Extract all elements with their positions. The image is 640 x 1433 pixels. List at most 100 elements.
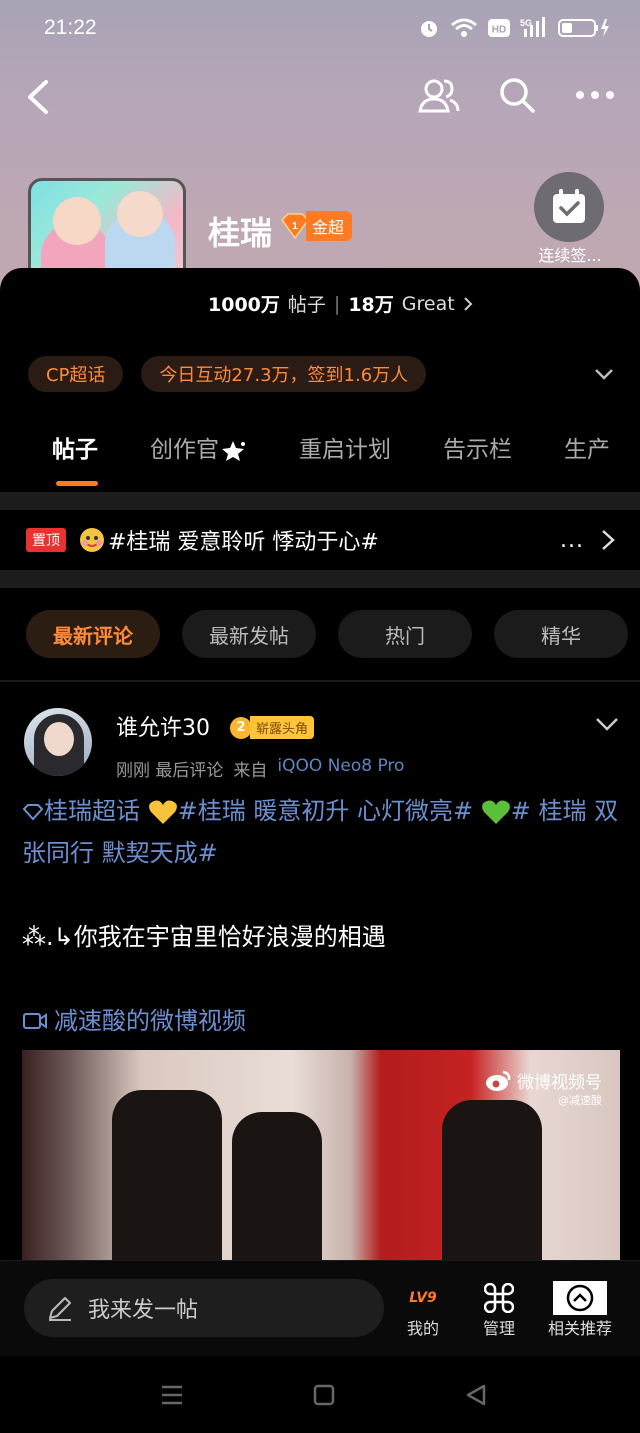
search-button[interactable] [496,74,538,116]
post-device[interactable]: iQOO Neo8 Pro [277,756,404,781]
hashtag-warmth[interactable]: #桂瑞 暖意初升 心灯微亮# [178,797,473,825]
level-text: 崭露头角 [250,716,315,739]
section-divider [0,492,640,510]
section-divider [0,680,640,682]
hashtag-open[interactable]: # [511,797,531,825]
post-body: 桂瑞超话 #桂瑞 暖意初升 心灯微亮# # 桂瑞 双张同行 默契天成# ⁂.↳你… [22,790,622,1042]
tab-notice-board[interactable]: 告示栏 [391,430,512,486]
diamond-outline-icon [22,804,44,821]
green-heart-icon [481,800,510,824]
tab-creator-label: 创作官 [150,437,219,463]
posts-label: 帖子 [287,294,326,316]
status-icons: HD 5G [418,17,610,39]
topic-stats[interactable]: 1000万 帖子 | 18万 Great [208,290,473,317]
members-button[interactable] [418,74,460,116]
tab-creator[interactable]: 创作官 [98,430,247,486]
sort-filters: 最新评论 最新发帖 热门 精华 [26,610,628,658]
post-options-chevron-icon[interactable] [594,714,620,734]
tab-bar: 帖子 创作官 重启计划 告示栏 生产 [0,430,640,486]
post-from: 来自 [233,761,268,781]
tab-production[interactable]: 生产 [512,430,610,486]
avatar-face [44,722,74,756]
weibo-logo-icon [486,1070,511,1091]
dancer-right [442,1100,542,1260]
post-time: 刚刚 最后评论 [116,761,224,781]
hashtag-supertopic[interactable]: 桂瑞超话 [44,797,140,825]
sparkle-star-icon [222,440,245,461]
home-icon[interactable] [313,1384,335,1406]
great-label: Great [401,292,455,315]
post-username[interactable]: 谁允许30 [116,710,210,742]
pinned-post[interactable]: 置顶 #桂瑞 爱意聆听 悸动于心# ... [0,510,640,570]
pencil-icon [49,1297,71,1321]
emoji-icon [80,528,104,552]
watermark-text: 微博视频号 [517,1073,602,1093]
pinned-more: ... [560,528,584,553]
more-dots-icon [576,91,614,99]
video-camera-icon [23,1013,47,1029]
mine-button[interactable]: LV9 我的 [388,1281,458,1339]
user-level-badge: 2 崭露头角 [230,716,315,739]
search-icon [500,78,535,113]
signal-icon: 5G [520,17,545,37]
hd-icon: HD [488,19,510,37]
dancer-left [112,1090,222,1260]
alarm-icon [421,21,437,37]
back-triangle-icon[interactable] [464,1383,488,1407]
manage-button[interactable]: 管理 [464,1281,534,1339]
chevron-right-icon [463,296,473,311]
svg-text:HD: HD [492,25,506,36]
tab-restart-plan[interactable]: 重启计划 [247,430,391,486]
group-icon [418,79,460,113]
compose-input[interactable]: 我来发一帖 [24,1279,384,1337]
more-button[interactable] [574,74,616,116]
gold-badge-text: 金超 [306,211,353,241]
gold-super-badge: 1 金超 [280,211,353,241]
filter-latest-comment[interactable]: 最新评论 [26,610,160,658]
bottom-bar: 我来发一帖 LV9 我的 管理 相关推荐 [0,1260,640,1356]
command-icon [484,1283,514,1313]
compose-placeholder: 我来发一帖 [88,1298,199,1323]
related-button[interactable]: 相关推荐 [540,1281,620,1339]
level-number: 2 [230,716,252,739]
checkin-button[interactable] [534,172,604,242]
section-divider [0,570,640,588]
daily-stats-tag[interactable]: 今日互动27.3万，签到1.6万人 [141,356,427,392]
top-nav [0,72,640,122]
chevron-right-icon [602,530,615,550]
menu-icon[interactable] [160,1384,184,1406]
expand-chevron-icon[interactable] [592,362,616,386]
watermark-sub: @减速酸 [558,1094,602,1107]
post-hashtags: 桂瑞超话 #桂瑞 暖意初升 心灯微亮# # 桂瑞 双张同行 默契天成# [22,790,622,874]
filter-essence[interactable]: 精华 [494,610,628,658]
post-author-avatar[interactable] [24,708,92,776]
great-count: 18万 [348,294,394,316]
tab-posts[interactable]: 帖子 [0,430,98,486]
related-icon-box [553,1281,607,1315]
filter-hot[interactable]: 热门 [338,610,472,658]
watermark: 微博视频号 [485,1068,602,1093]
calendar-check-icon [553,189,585,223]
mine-label: 我的 [406,1319,439,1338]
dancer-center [232,1112,322,1260]
avatar-head-left [53,197,101,245]
filter-latest-post[interactable]: 最新发帖 [182,610,316,658]
system-nav-bar [0,1356,640,1433]
stats-separator: | [333,292,341,315]
video-link-text: 减速酸的微博视频 [54,1007,246,1035]
post-meta: 刚刚 最后评论 来自 iQOO Neo8 Pro [116,756,404,781]
back-arrow-icon [28,80,48,114]
yellow-heart-icon [148,800,177,824]
status-bar: 21:22 HD 5G [0,0,640,56]
video-link[interactable]: 减速酸的微博视频 [22,1000,622,1042]
cp-tag[interactable]: CP超话 [28,356,124,392]
video-thumbnail[interactable]: 微博视频号 @减速酸 [22,1050,620,1260]
status-time: 21:22 [44,16,97,39]
level-icon: LV9 [409,1290,437,1306]
post-text: ⁂.↳你我在宇宙里恰好浪漫的相遇 [22,923,386,951]
back-button[interactable] [20,76,60,118]
pinned-text: #桂瑞 爱意聆听 悸动于心# [108,530,379,555]
avatar-head-right [117,191,163,237]
active-tab-indicator [56,481,98,486]
wifi-icon [451,18,477,37]
